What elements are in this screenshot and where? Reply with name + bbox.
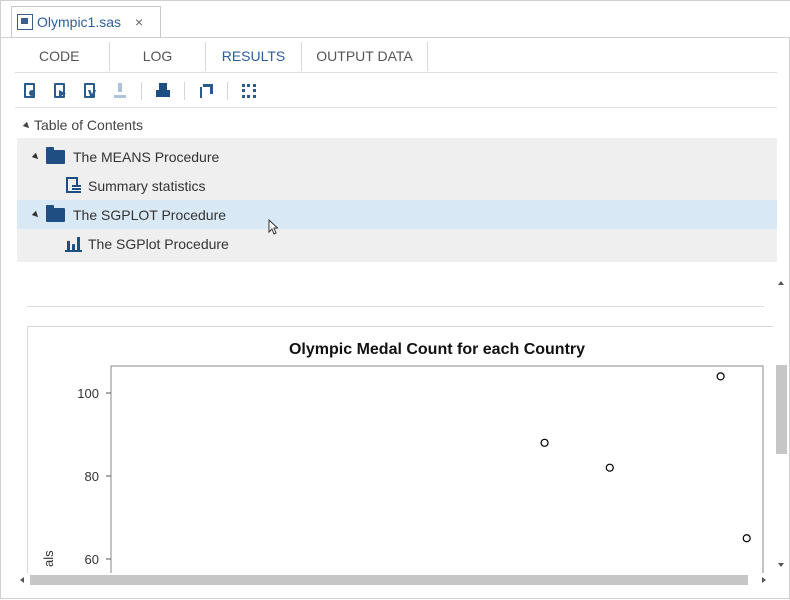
y-tick-label: 100 <box>77 386 99 401</box>
data-point <box>540 438 549 447</box>
horizontal-scrollbar[interactable] <box>17 573 773 587</box>
sas-studio-results-window: Olympic1.sas × CODE LOG RESULTS OUTPUT D… <box>0 0 790 599</box>
data-point <box>605 463 614 472</box>
scroll-left-arrow-icon[interactable] <box>20 577 24 583</box>
y-tick-label: 80 <box>85 469 99 484</box>
scrollbar-thumb[interactable] <box>30 575 748 585</box>
scroll-right-arrow-icon[interactable] <box>762 577 766 583</box>
data-point <box>742 534 751 543</box>
y-tick-label: 60 <box>85 552 99 567</box>
scatter-plot: 100 80 60 als <box>41 365 764 573</box>
scroll-down-arrow-icon[interactable] <box>778 563 784 567</box>
vertical-scrollbar[interactable] <box>773 277 789 573</box>
plot-frame <box>110 365 764 573</box>
scrollbar-thumb[interactable] <box>776 365 787 454</box>
y-axis-label: als <box>41 550 56 567</box>
data-point <box>716 372 725 381</box>
scroll-up-arrow-icon[interactable] <box>778 281 784 285</box>
